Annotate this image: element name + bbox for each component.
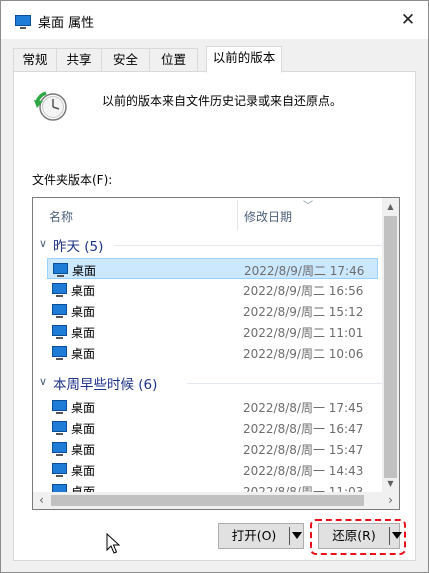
item-date: 2022/8/9/周二 10:06 <box>243 347 364 361</box>
tab-security[interactable]: 安全 <box>101 48 150 72</box>
group-earlier-this-week[interactable]: ∨ 本周早些时候 (6) <box>39 373 383 395</box>
list-item[interactable]: 桌面 2022/8/9/周二 11:01 <box>47 321 378 342</box>
folder-versions-label: 文件夹版本(F): <box>32 173 113 187</box>
desktop-folder-icon <box>52 421 67 435</box>
desktop-folder-icon <box>15 15 31 29</box>
vertical-scrollbar[interactable]: ▲ ▼ <box>382 198 399 492</box>
group-title: 本周早些时候 (6) <box>53 377 158 393</box>
list-item[interactable]: 桌面 2022/8/8/周一 17:45 <box>47 396 378 417</box>
list-item[interactable]: 桌面 2022/8/9/周二 10:06 <box>47 342 378 363</box>
desktop-folder-icon <box>52 325 67 339</box>
title-bar: 桌面 属性 ✕ <box>1 1 428 39</box>
list-item[interactable]: 桌面 2022/8/9/周二 15:12 <box>47 300 378 321</box>
list-item[interactable]: 桌面 2022/8/9/周二 16:56 <box>47 279 378 300</box>
horizontal-scroll-thumb[interactable] <box>51 495 364 506</box>
list-item[interactable]: 桌面 2022/8/9/周二 17:46 <box>47 258 378 279</box>
description-text: 以前的版本来自文件历史记录或来自还原点。 <box>102 94 343 108</box>
tab-location[interactable]: 位置 <box>149 48 198 72</box>
item-date: 2022/8/9/周二 17:46 <box>244 264 365 278</box>
list-item[interactable]: 桌面 2022/8/8/周一 15:47 <box>47 438 378 459</box>
group-divider-line <box>187 383 383 384</box>
list-item[interactable]: 桌面 2022/8/8/周一 14:43 <box>47 459 378 480</box>
tab-previous-versions[interactable]: 以前的版本 <box>206 46 282 73</box>
horizontal-scrollbar[interactable]: ‹ › <box>33 492 399 509</box>
properties-dialog: 桌面 属性 ✕ 常规 共享 安全 位置 以前的版本 以前的版本来自文件历史记录或… <box>0 0 429 573</box>
desktop-folder-icon <box>52 400 67 414</box>
desktop-folder-icon <box>52 304 67 318</box>
tab-sharing[interactable]: 共享 <box>56 48 102 72</box>
group-divider-line <box>115 245 383 246</box>
item-name: 桌面 <box>71 326 96 340</box>
close-button[interactable]: ✕ <box>388 1 428 39</box>
item-date: 2022/8/8/周一 14:43 <box>243 464 364 478</box>
mouse-pointer-icon <box>106 533 120 554</box>
item-name: 桌面 <box>71 305 96 319</box>
item-name: 桌面 <box>71 464 96 478</box>
group-collapse-chevron-icon[interactable]: ∨ <box>39 237 47 250</box>
item-date: 2022/8/9/周二 11:01 <box>243 326 364 340</box>
item-name: 桌面 <box>71 347 96 361</box>
tab-general[interactable]: 常规 <box>13 48 57 72</box>
list-header: 名称 修改日期 ﹀ <box>33 198 383 233</box>
column-divider[interactable] <box>237 200 238 230</box>
item-name: 桌面 <box>71 284 96 298</box>
tab-strip: 常规 共享 安全 位置 以前的版本 <box>13 46 415 73</box>
scroll-right-arrow-icon[interactable]: › <box>382 492 399 509</box>
item-date: 2022/8/8/周一 15:47 <box>243 443 364 457</box>
group-collapse-chevron-icon[interactable]: ∨ <box>39 375 47 388</box>
item-date: 2022/8/8/周一 17:45 <box>243 401 364 415</box>
item-name: 桌面 <box>71 443 96 457</box>
desktop-folder-icon <box>52 283 67 297</box>
scroll-up-arrow-icon[interactable]: ▲ <box>382 198 399 215</box>
file-history-clock-icon <box>34 91 67 121</box>
split-divider <box>289 527 290 545</box>
desktop-folder-icon <box>52 442 67 456</box>
item-date: 2022/8/9/周二 15:12 <box>243 305 364 319</box>
item-date: 2022/8/9/周二 16:56 <box>243 284 364 298</box>
desktop-folder-icon <box>52 463 67 477</box>
tab-panel: 以前的版本来自文件历史记录或来自还原点。 文件夹版本(F): 名称 修改日期 ﹀… <box>13 71 416 561</box>
dropdown-arrow-icon[interactable] <box>292 532 302 539</box>
restore-highlight-box <box>310 519 406 555</box>
group-yesterday[interactable]: ∨ 昨天 (5) <box>39 235 383 257</box>
desktop-folder-icon <box>53 263 68 277</box>
versions-list[interactable]: 名称 修改日期 ﹀ ∨ 昨天 (5) 桌面 2022/8/9/周二 17:46 … <box>32 197 400 510</box>
item-name: 桌面 <box>71 422 96 436</box>
scroll-down-arrow-icon[interactable]: ▼ <box>382 475 399 492</box>
window-title: 桌面 属性 <box>38 16 95 31</box>
column-name-header[interactable]: 名称 <box>49 208 73 225</box>
sort-descending-icon: ﹀ <box>303 201 313 212</box>
item-name: 桌面 <box>72 264 97 278</box>
list-item[interactable]: 桌面 2022/8/8/周一 16:47 <box>47 417 378 438</box>
open-split-button[interactable]: 打开(O) <box>218 523 304 549</box>
desktop-folder-icon <box>52 346 67 360</box>
group-title: 昨天 (5) <box>53 239 104 255</box>
item-name: 桌面 <box>71 401 96 415</box>
vertical-scroll-thumb[interactable] <box>384 216 397 478</box>
item-date: 2022/8/8/周一 16:47 <box>243 422 364 436</box>
open-button[interactable]: 打开(O) <box>219 524 289 548</box>
column-date-header[interactable]: 修改日期 <box>244 208 292 225</box>
scroll-left-arrow-icon[interactable]: ‹ <box>33 492 50 509</box>
